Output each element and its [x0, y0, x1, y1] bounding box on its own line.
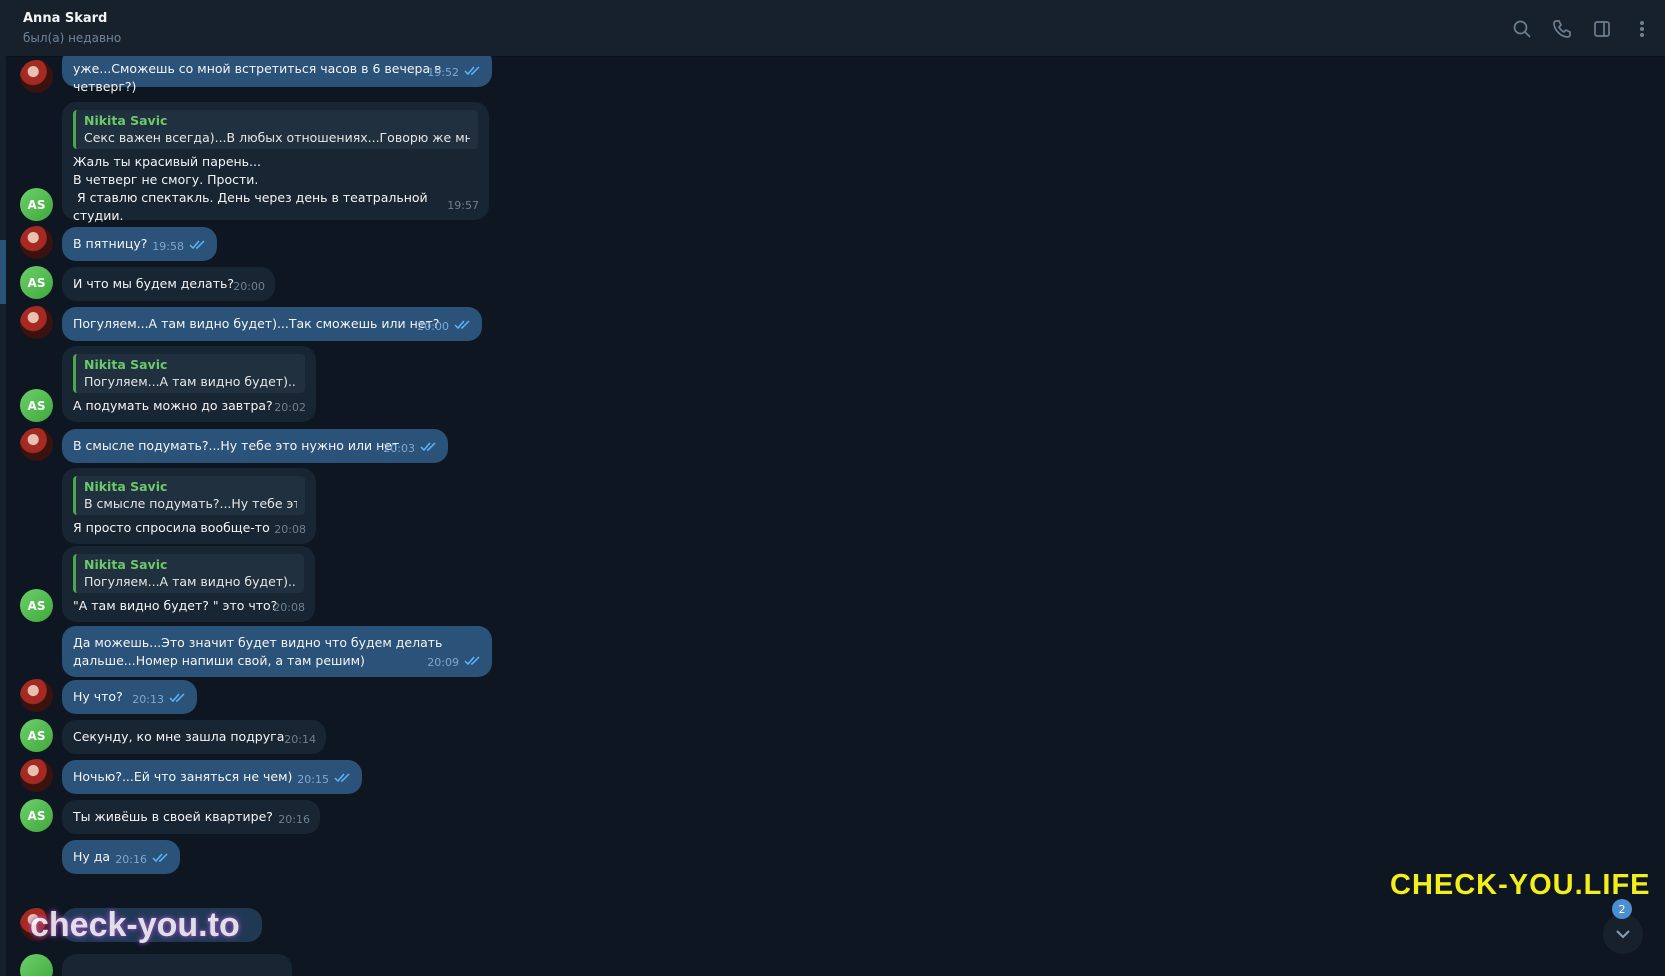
message-bubble[interactable]: Ну что? 20:13 — [62, 680, 197, 714]
message-text: Погуляем...А там видно будет)...Так смож… — [73, 316, 440, 331]
user-avatar[interactable] — [20, 759, 53, 792]
reply-text: Погуляем...А там видно будет)...... — [84, 574, 296, 589]
watermark-left: check-you.to — [30, 906, 240, 944]
message-time: 19:58 — [152, 240, 184, 253]
contact-status: был(а) недавно — [23, 31, 122, 45]
double-check-icon — [420, 440, 438, 458]
message-bubble[interactable]: И что мы будем делать? 20:00 — [62, 267, 275, 301]
phone-icon[interactable] — [1551, 18, 1573, 40]
reply-preview[interactable]: Nikita Savic Погуляем...А там видно буде… — [73, 354, 305, 393]
message-text: Да можешь...Это значит будет видно что б… — [73, 635, 443, 668]
message-time: 20:03 — [383, 442, 415, 455]
user-avatar[interactable] — [20, 679, 53, 712]
message-list[interactable]: уже...Сможешь со мной встретиться часов … — [6, 56, 1665, 976]
message-bubble[interactable]: В пятницу? 19:58 — [62, 227, 217, 261]
message-text: Ты живёшь в своей квартире? — [73, 809, 273, 824]
more-vertical-icon[interactable] — [1631, 18, 1653, 40]
message-time: 20:08 — [273, 601, 305, 614]
chat-header: Anna Skard был(а) недавно — [6, 0, 1665, 57]
message-time: 20:00 — [233, 280, 265, 293]
message-time: 20:02 — [274, 401, 306, 414]
message-time: 19:57 — [447, 199, 479, 212]
double-check-icon — [189, 238, 207, 256]
contact-avatar[interactable] — [20, 954, 53, 976]
contact-avatar[interactable]: AS — [20, 188, 53, 221]
search-icon[interactable] — [1511, 18, 1533, 40]
message-bubble[interactable]: Nikita Savic Погуляем...А там видно буде… — [62, 546, 315, 622]
message-bubble[interactable]: В смысле подумать?...Ну тебе это нужно и… — [62, 429, 448, 463]
message-bubble[interactable]: Ну да 20:16 — [62, 840, 180, 874]
double-check-icon — [152, 851, 170, 869]
message-time: 20:16 — [278, 813, 310, 826]
message-text: Я просто спросила вообще-то — [73, 520, 270, 535]
scroll-down-button[interactable] — [1603, 914, 1643, 954]
reply-author: Nikita Savic — [84, 357, 168, 372]
chevron-down-icon — [1616, 930, 1630, 939]
reply-text: Секс важен всегда)...В любых отношениях.… — [84, 130, 470, 145]
message-bubble[interactable] — [62, 954, 292, 976]
double-check-icon — [334, 771, 352, 789]
double-check-icon — [454, 318, 472, 336]
message-time: 20:13 — [132, 693, 164, 706]
message-time: 20:15 — [297, 773, 329, 786]
contact-avatar[interactable]: AS — [20, 589, 53, 622]
message-bubble[interactable]: уже...Сможешь со мной встретиться часов … — [62, 56, 492, 94]
reply-author: Nikita Savic — [84, 479, 168, 494]
reply-text: Погуляем...А там видно будет)...... — [84, 374, 297, 389]
reply-preview[interactable]: Nikita Savic В смысле подумать?...Ну теб… — [73, 476, 305, 515]
message-time: 20:09 — [427, 656, 459, 669]
reply-author: Nikita Savic — [84, 113, 168, 128]
double-check-icon — [464, 654, 482, 672]
user-avatar[interactable] — [20, 428, 53, 461]
reply-text: В смысле подумать?...Ну тебе эт... — [84, 496, 297, 511]
watermark-right: CHECK-YOU.LIFE — [1390, 869, 1651, 901]
unread-badge: 2 — [1612, 899, 1632, 919]
reply-preview[interactable]: Nikita Savic Секс важен всегда)...В любы… — [73, 110, 478, 149]
contact-avatar[interactable]: AS — [20, 266, 53, 299]
message-text: "А там видно будет? " это что? — [73, 598, 278, 613]
double-check-icon — [169, 691, 187, 709]
message-time: 20:08 — [274, 523, 306, 536]
message-bubble[interactable]: Nikita Savic Секс важен всегда)...В любы… — [62, 102, 489, 223]
contact-avatar[interactable]: AS — [20, 719, 53, 752]
message-bubble[interactable]: Ночью?...Ей что заняться не чем) 20:15 — [62, 760, 362, 794]
user-avatar[interactable] — [20, 226, 53, 259]
message-text: уже...Сможешь со мной встретиться часов … — [73, 61, 446, 94]
message-bubble[interactable]: Да можешь...Это значит будет видно что б… — [62, 626, 492, 677]
message-bubble[interactable]: Nikita Savic Погуляем...А там видно буде… — [62, 346, 316, 422]
contact-avatar[interactable]: AS — [20, 389, 53, 422]
contact-avatar[interactable]: AS — [20, 799, 53, 832]
message-bubble[interactable]: Секунду, ко мне зашла подруга 20:14 — [62, 720, 326, 754]
reply-author: Nikita Savic — [84, 557, 168, 572]
message-text: А подумать можно до завтра? — [73, 398, 273, 413]
double-check-icon — [464, 64, 482, 82]
reply-preview[interactable]: Nikita Savic Погуляем...А там видно буде… — [73, 554, 304, 593]
contact-name[interactable]: Anna Skard — [23, 11, 107, 26]
message-bubble[interactable]: Nikita Savic В смысле подумать?...Ну теб… — [62, 468, 316, 544]
message-time: 20:00 — [417, 320, 449, 333]
message-time: 19:52 — [427, 66, 459, 79]
user-avatar[interactable] — [20, 306, 53, 339]
message-bubble[interactable]: Ты живёшь в своей квартире? 20:16 — [62, 800, 320, 834]
message-time: 20:16 — [115, 853, 147, 866]
message-bubble[interactable]: Погуляем...А там видно будет)...Так смож… — [62, 307, 482, 341]
message-time: 20:14 — [284, 733, 316, 746]
message-text: Секунду, ко мне зашла подруга — [73, 729, 285, 744]
sidebar-toggle-icon[interactable] — [1591, 18, 1613, 40]
user-avatar[interactable] — [20, 60, 53, 93]
message-text: Жаль ты красивый парень... В четверг не … — [73, 154, 428, 223]
